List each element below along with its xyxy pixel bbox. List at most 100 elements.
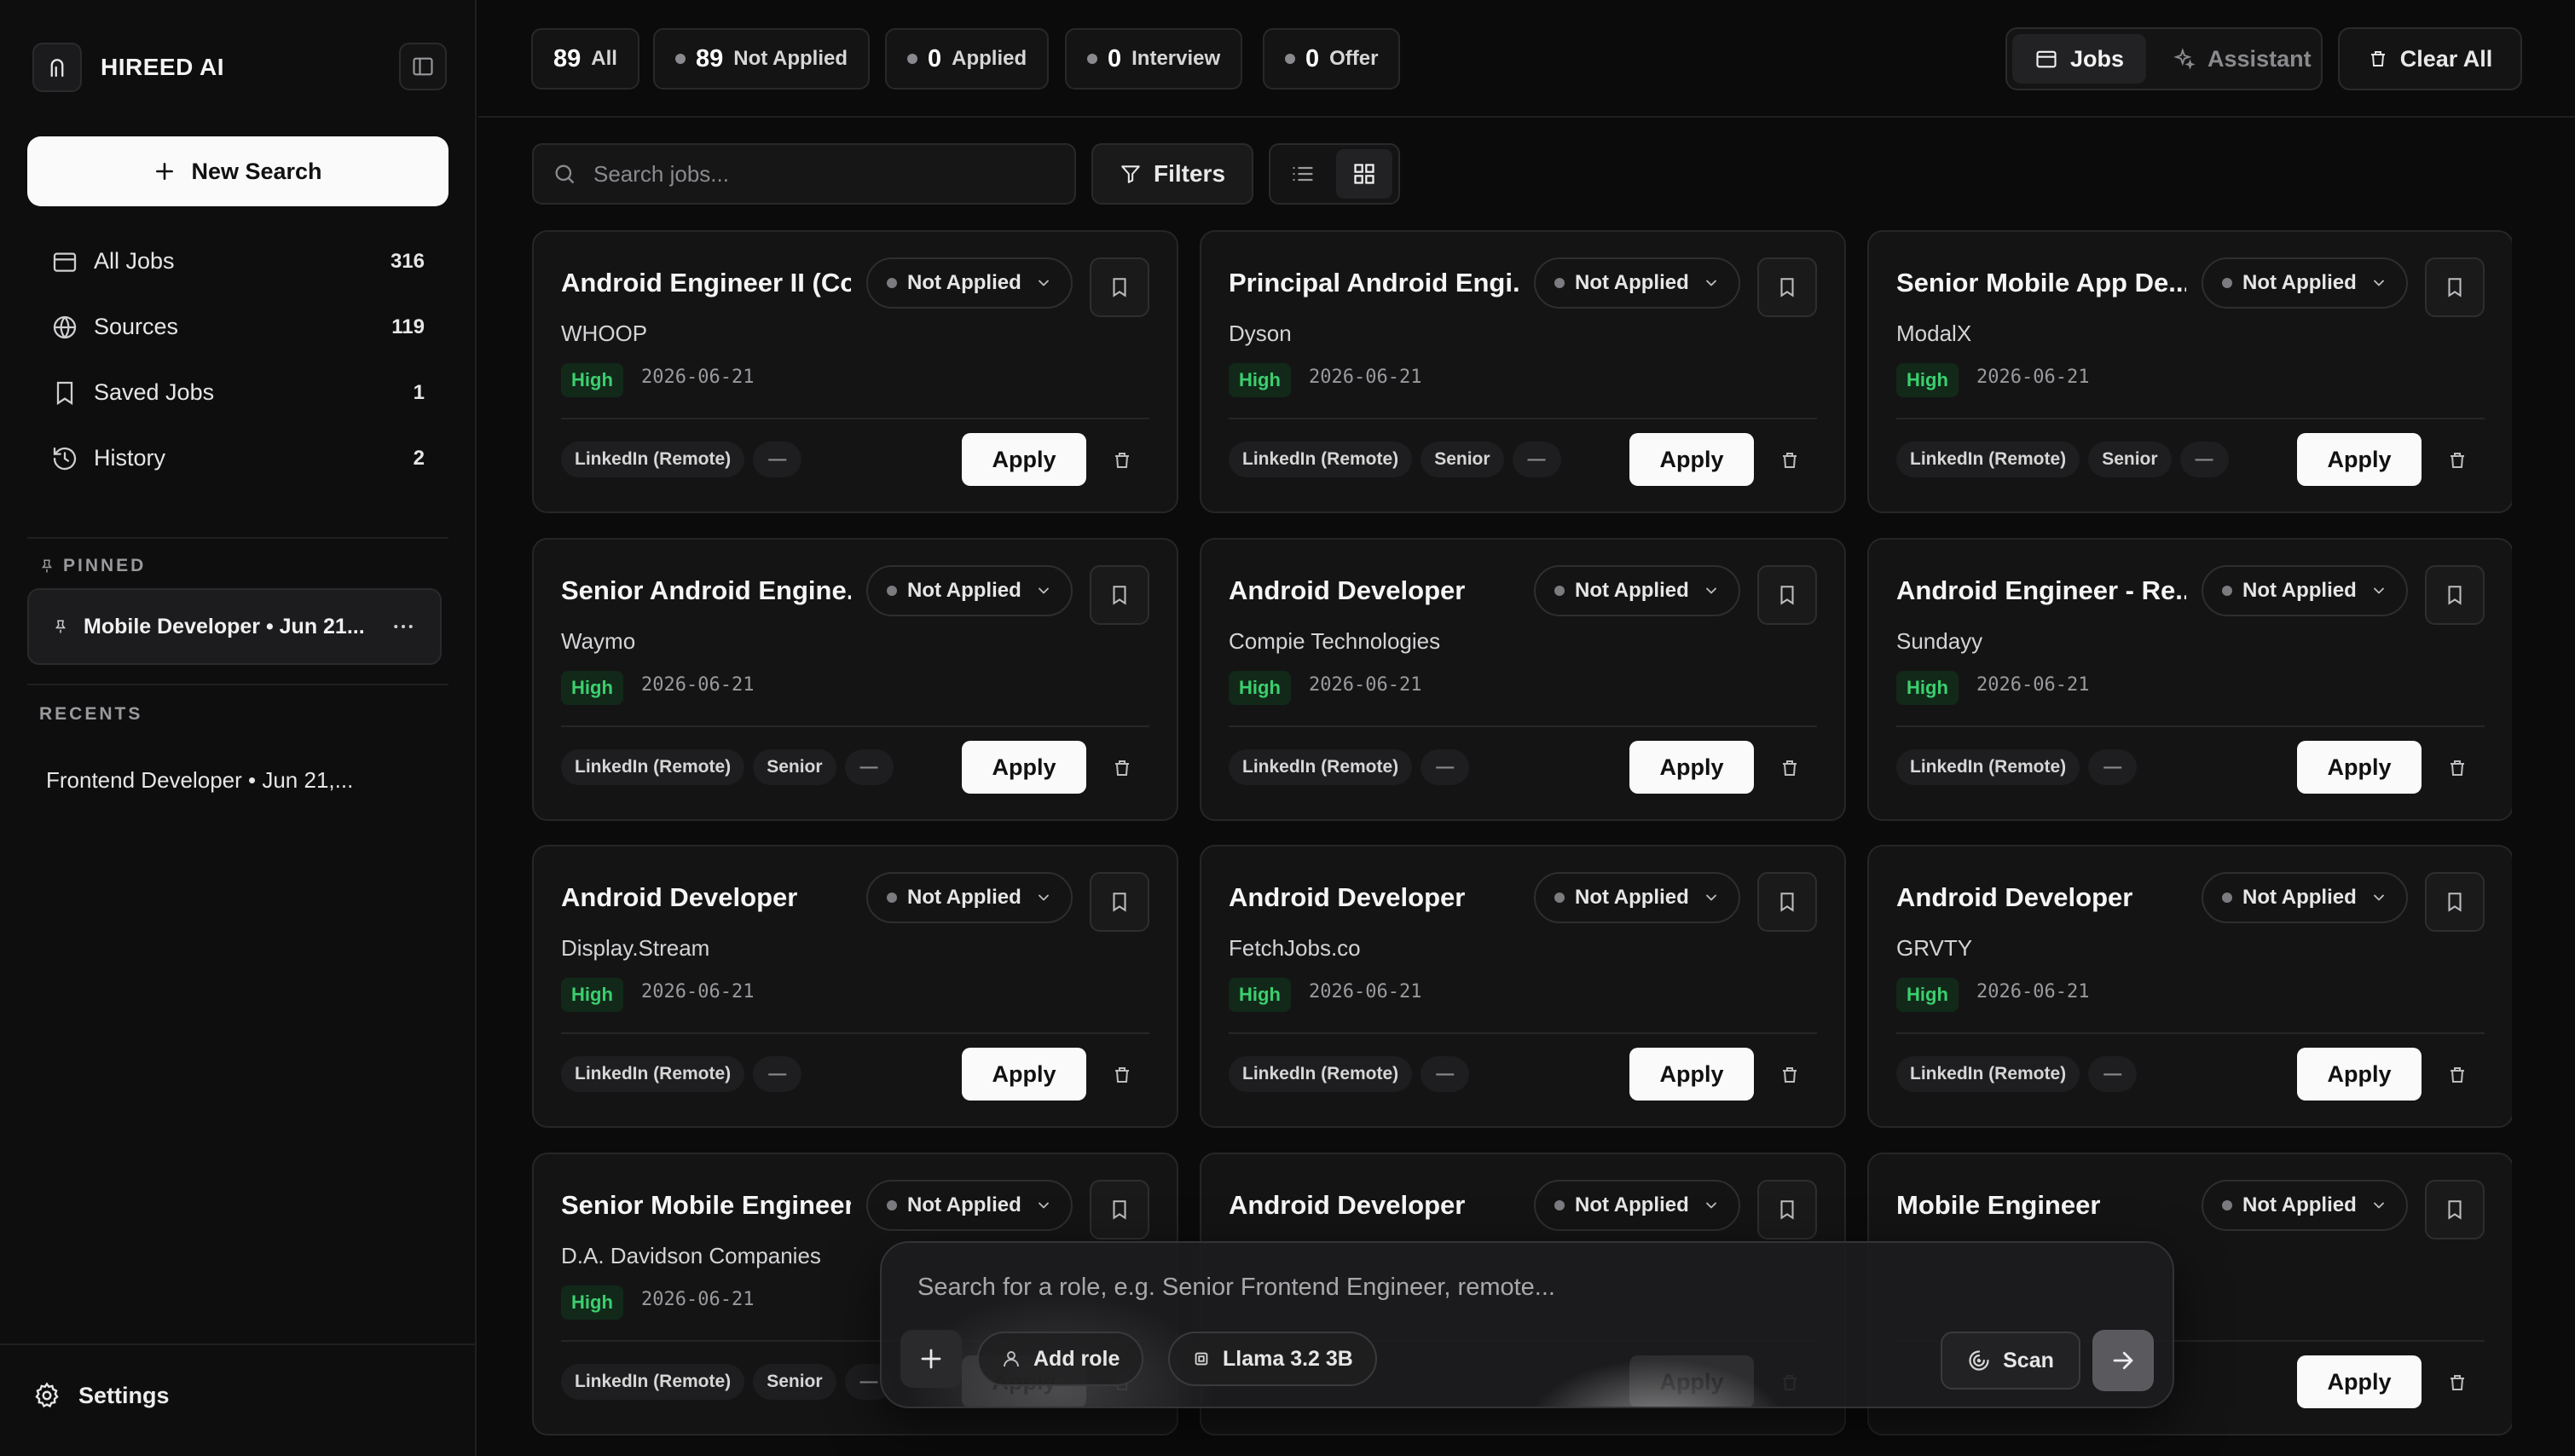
sidebar-item-saved-jobs[interactable]: Saved Jobs 1 xyxy=(27,360,448,425)
job-card[interactable]: Android Engineer - Re... Not Applied Sunda… xyxy=(1867,538,2512,821)
application-status-select[interactable]: Not Applied xyxy=(866,872,1073,923)
send-button[interactable] xyxy=(2092,1330,2154,1391)
add-role-button[interactable]: Add role xyxy=(977,1332,1144,1386)
sidebar-item-history[interactable]: History 2 xyxy=(27,425,448,491)
job-card[interactable]: Android Developer Not Applied Display.Stre… xyxy=(532,845,1178,1128)
apply-button[interactable]: Apply xyxy=(962,1048,1086,1101)
role-search-input[interactable] xyxy=(917,1274,1941,1302)
clear-all-button[interactable]: Clear All xyxy=(2338,27,2522,90)
delete-job-button[interactable] xyxy=(2440,1366,2474,1400)
status-label: Applied xyxy=(952,47,1027,70)
delete-job-button[interactable] xyxy=(2440,1058,2474,1092)
job-card[interactable]: Senior Mobile App De... Not Applied ModalX… xyxy=(1867,230,2512,513)
save-job-button[interactable] xyxy=(2425,1180,2485,1239)
delete-job-button[interactable] xyxy=(1773,1058,1807,1092)
logo-icon xyxy=(32,43,82,92)
apply-button[interactable]: Apply xyxy=(1629,1048,1754,1101)
save-job-button[interactable] xyxy=(2425,872,2485,932)
apply-button[interactable]: Apply xyxy=(2297,1048,2422,1101)
status-tab-interview[interactable]: 0 Interview xyxy=(1065,28,1243,90)
apply-button[interactable]: Apply xyxy=(1629,741,1754,794)
job-card[interactable]: Android Developer Not Applied FetchJobs.co… xyxy=(1200,845,1846,1128)
status-dot xyxy=(887,278,897,288)
status-tab-applied[interactable]: 0 Applied xyxy=(885,28,1050,90)
status-tab-offer[interactable]: 0 Offer xyxy=(1263,28,1401,90)
sidebar-item-all-jobs[interactable]: All Jobs 316 xyxy=(27,228,448,294)
save-job-button[interactable] xyxy=(1757,257,1817,317)
status-count: 0 xyxy=(928,44,942,72)
save-job-button[interactable] xyxy=(1757,872,1817,932)
save-job-button[interactable] xyxy=(1757,565,1817,625)
delete-job-button[interactable] xyxy=(2440,443,2474,477)
divider xyxy=(0,1343,477,1345)
job-title: Android Engineer - Re... xyxy=(1896,575,2186,605)
job-card[interactable]: Android Developer Not Applied Compie Techn… xyxy=(1200,538,1846,821)
chevron-down-icon xyxy=(1706,894,1716,901)
apply-button[interactable]: Apply xyxy=(1629,433,1754,486)
delete-job-button[interactable] xyxy=(2440,751,2474,785)
priority-badge: High xyxy=(1229,978,1291,1012)
application-status-select[interactable]: Not Applied xyxy=(1534,565,1740,616)
posted-date: 2026-06-21 xyxy=(641,981,755,1002)
new-search-button[interactable]: New Search xyxy=(27,136,448,206)
job-card[interactable]: Senior Android Engine... Not Applied Waymo… xyxy=(532,538,1178,821)
pinned-search-item[interactable]: Mobile Developer • Jun 21... xyxy=(27,588,442,665)
trash-icon xyxy=(2370,51,2385,66)
sidebar-item-sources[interactable]: Sources 119 xyxy=(27,294,448,360)
scan-button[interactable]: Scan xyxy=(1941,1332,2080,1390)
save-job-button[interactable] xyxy=(1090,1180,1149,1239)
collapse-sidebar-button[interactable] xyxy=(399,43,447,90)
model-select[interactable]: Llama 3.2 3B xyxy=(1168,1332,1377,1386)
application-status-select[interactable]: Not Applied xyxy=(866,1180,1073,1231)
trash-icon xyxy=(2451,453,2464,468)
application-status-label: Not Applied xyxy=(1575,1193,1689,1216)
delete-job-button[interactable] xyxy=(1105,443,1139,477)
job-search-input[interactable] xyxy=(593,160,1056,188)
delete-job-button[interactable] xyxy=(1105,751,1139,785)
view-toggle xyxy=(1269,143,1400,205)
apply-button[interactable]: Apply xyxy=(962,741,1086,794)
filters-button[interactable]: Filters xyxy=(1091,143,1253,205)
status-label: All xyxy=(591,47,617,70)
save-job-button[interactable] xyxy=(1090,257,1149,317)
delete-job-button[interactable] xyxy=(1773,751,1807,785)
save-job-button[interactable] xyxy=(2425,257,2485,317)
apply-button[interactable]: Apply xyxy=(962,433,1086,486)
job-tags: LinkedIn (Remote) Senior — xyxy=(561,1364,894,1400)
mode-assistant-button[interactable]: Assistant xyxy=(2151,34,2334,84)
save-job-button[interactable] xyxy=(1757,1180,1817,1239)
save-job-button[interactable] xyxy=(2425,565,2485,625)
application-status-select[interactable]: Not Applied xyxy=(2202,257,2408,309)
status-tab-not-applied[interactable]: 89 Not Applied xyxy=(653,28,871,90)
job-title: Android Developer xyxy=(1229,1190,1466,1220)
add-attachment-button[interactable] xyxy=(900,1330,962,1388)
recent-search-item[interactable]: Frontend Developer • Jun 21,... xyxy=(46,767,353,794)
save-job-button[interactable] xyxy=(1090,872,1149,932)
job-card[interactable]: Principal Android Engi... Not Applied Dyso… xyxy=(1200,230,1846,513)
more-icon[interactable] xyxy=(391,614,416,639)
new-search-label: New Search xyxy=(191,158,322,184)
application-status-select[interactable]: Not Applied xyxy=(2202,872,2408,923)
job-card[interactable]: Android Engineer II (Cor Not Applied WHOOP… xyxy=(532,230,1178,513)
list-view-button[interactable] xyxy=(1275,149,1331,199)
grid-view-button[interactable] xyxy=(1336,149,1392,199)
delete-job-button[interactable] xyxy=(1773,443,1807,477)
apply-button[interactable]: Apply xyxy=(2297,433,2422,486)
pinned-item-label: Mobile Developer • Jun 21... xyxy=(84,614,365,638)
save-job-button[interactable] xyxy=(1090,565,1149,625)
status-tab-all[interactable]: 89 All xyxy=(531,28,639,90)
application-status-select[interactable]: Not Applied xyxy=(866,565,1073,616)
application-status-select[interactable]: Not Applied xyxy=(1534,872,1740,923)
mode-jobs-button[interactable]: Jobs xyxy=(2012,34,2147,84)
application-status-select[interactable]: Not Applied xyxy=(1534,1180,1740,1231)
apply-button[interactable]: Apply xyxy=(2297,741,2422,794)
settings-button[interactable]: Settings xyxy=(32,1381,170,1410)
status-dot xyxy=(2222,1200,2232,1210)
application-status-select[interactable]: Not Applied xyxy=(1534,257,1740,309)
job-card[interactable]: Android Developer Not Applied GRVTY High 202… xyxy=(1867,845,2512,1128)
application-status-select[interactable]: Not Applied xyxy=(2202,565,2408,616)
application-status-select[interactable]: Not Applied xyxy=(866,257,1073,309)
delete-job-button[interactable] xyxy=(1105,1058,1139,1092)
application-status-select[interactable]: Not Applied xyxy=(2202,1180,2408,1231)
apply-button[interactable]: Apply xyxy=(2297,1355,2422,1408)
